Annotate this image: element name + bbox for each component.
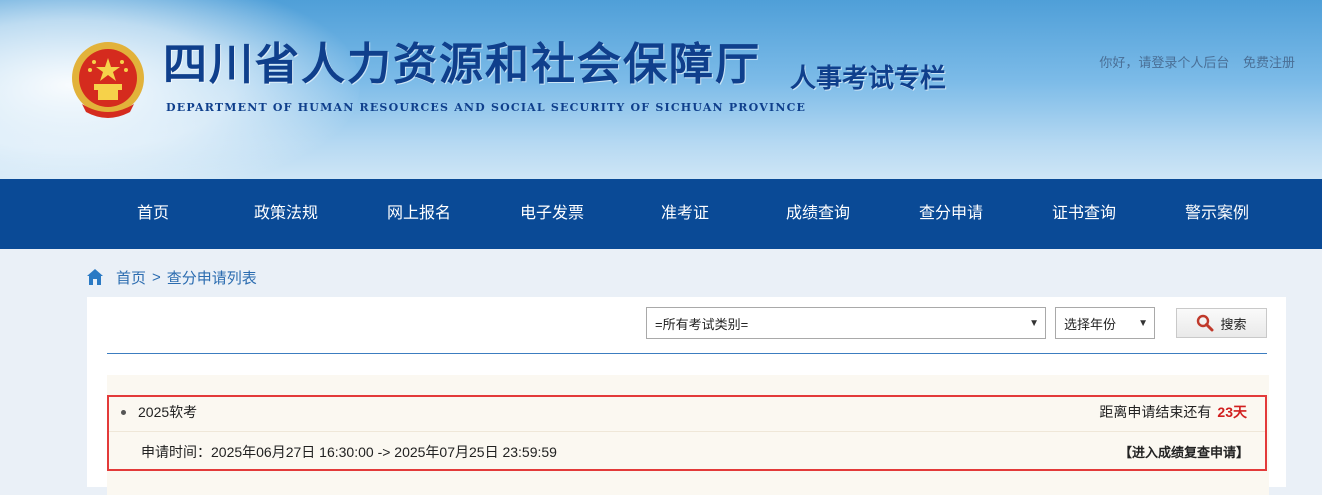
section-divider [107,353,1267,354]
breadcrumb-separator: > [152,268,161,286]
login-link[interactable]: 你好，请登录个人后台 [1099,55,1229,70]
national-emblem-icon [72,42,144,118]
nav-item-e-invoice[interactable]: 电子发票 [497,179,607,249]
breadcrumb: 首页 > 查分申请列表 [86,266,257,288]
home-icon [87,269,103,285]
nav-item-admission-ticket[interactable]: 准考证 [630,179,740,249]
nav-item-warning-cases[interactable]: 警示案例 [1162,179,1272,249]
chevron-down-icon: ▼ [1138,317,1148,329]
nav-item-certificate-query[interactable]: 证书查询 [1029,179,1139,249]
chevron-down-icon: ▼ [1029,317,1039,329]
row-divider [109,431,1265,432]
countdown-prefix: 距离申请结束还有 [1099,404,1212,420]
exam-type-value: =所有考试类别= [655,316,749,332]
list-item: 2025软考 距离申请结束还有 23天 申请时间：2025年06月27日 16:3… [107,395,1267,471]
column-title: 人事考试专栏 [790,64,947,94]
countdown-days: 23天 [1217,404,1247,420]
filter-bar: =所有考试类别= ▼ 选择年份 ▼ 搜索 [646,307,1267,339]
exam-name-row: 2025软考 [121,402,197,422]
nav-item-home[interactable]: 首页 [98,179,208,249]
nav-item-score-review[interactable]: 查分申请 [896,179,1006,249]
enter-review-application-link[interactable]: 【进入成绩复查申请】 [1119,442,1249,461]
nav-item-online-registration[interactable]: 网上报名 [364,179,474,249]
application-time: 申请时间：2025年06月27日 16:30:00 -> 2025年07月25日… [141,444,557,460]
countdown: 距离申请结束还有 23天 [1099,402,1247,422]
year-value: 选择年份 [1064,316,1117,332]
breadcrumb-home[interactable]: 首页 [116,267,146,288]
content-panel: =所有考试类别= ▼ 选择年份 ▼ 搜索 2025软考 距离申请结束还有 23天 [87,297,1286,495]
year-select[interactable]: 选择年份 ▼ [1055,307,1155,339]
auth-links: 你好，请登录个人后台 免费注册 [1089,52,1295,71]
site-title: 四川省人力资源和社会保障厅 [163,39,761,90]
search-icon [1197,314,1214,332]
nav-item-score-query[interactable]: 成绩查询 [763,179,873,249]
breadcrumb-current: 查分申请列表 [166,269,257,287]
exam-name: 2025软考 [138,404,198,420]
bullet-icon [121,409,126,415]
search-button[interactable]: 搜索 [1176,308,1267,338]
exam-type-select[interactable]: =所有考试类别= ▼ [646,307,1046,339]
main-nav: 首页 政策法规 网上报名 电子发票 准考证 成绩查询 查分申请 证书查询 警示案… [0,179,1322,249]
search-button-label: 搜索 [1220,316,1247,332]
site-subtitle: DEPARTMENT OF HUMAN RESOURCES AND SOCIAL… [166,101,807,114]
application-list: 2025软考 距离申请结束还有 23天 申请时间：2025年06月27日 16:3… [107,375,1269,495]
header-banner: 四川省人力资源和社会保障厅 DEPARTMENT OF HUMAN RESOUR… [0,0,1322,180]
nav-item-policy[interactable]: 政策法规 [231,179,341,249]
register-link[interactable]: 免费注册 [1243,55,1295,70]
